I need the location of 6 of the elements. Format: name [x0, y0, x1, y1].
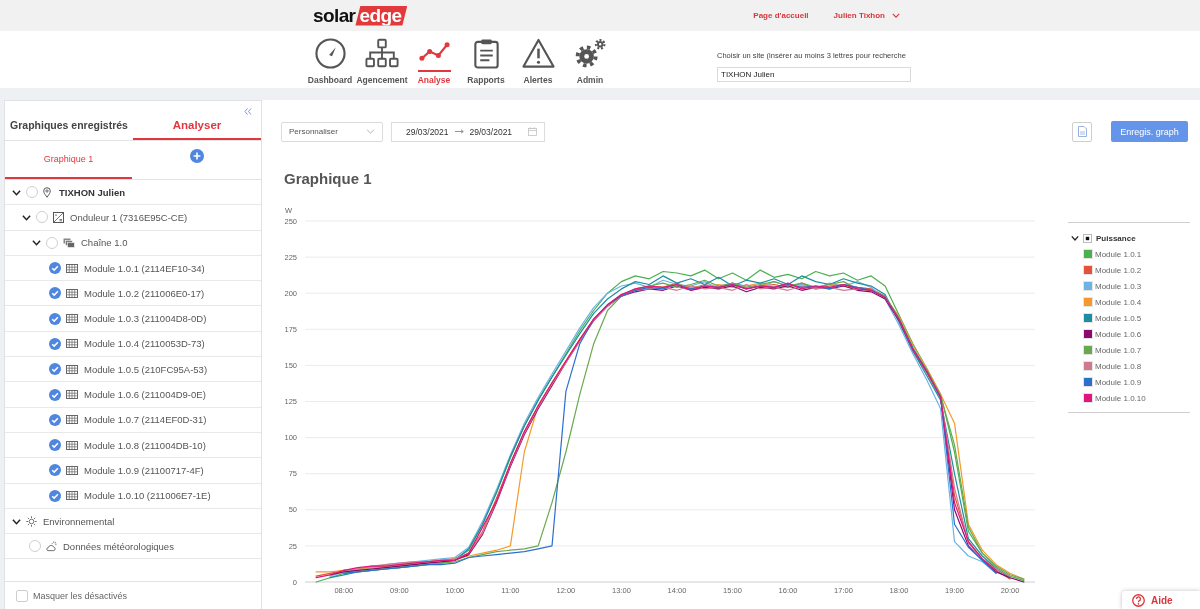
legend-title: Puissance: [1096, 233, 1136, 243]
chart-title: Graphique 1: [284, 170, 373, 187]
end-date: 29/03/2021: [469, 126, 513, 137]
logo: solar edge: [313, 5, 408, 26]
hide-disabled-label: Masquer les désactivés: [33, 590, 128, 601]
start-date: 29/03/2021: [406, 126, 449, 137]
